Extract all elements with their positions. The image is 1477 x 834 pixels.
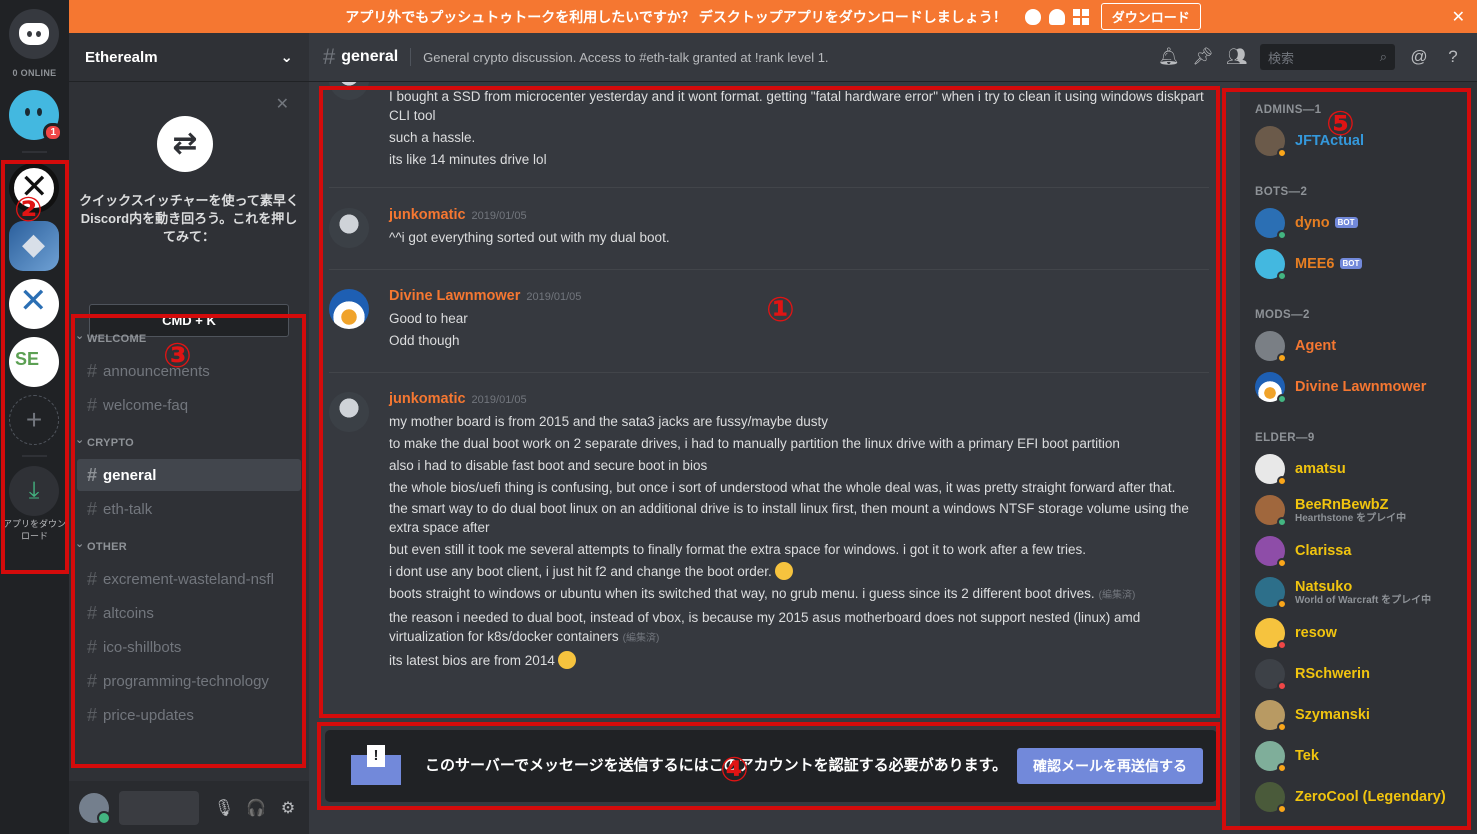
hash-icon: #: [323, 44, 336, 69]
banner-close-icon[interactable]: ✕: [1452, 7, 1465, 27]
android-icon: [1048, 8, 1065, 25]
channel-topic[interactable]: General crypto discussion. Access to #et…: [423, 50, 1158, 65]
help-icon[interactable]: ?: [1443, 47, 1463, 67]
user-panel: 🎙 🎧 ⚙: [69, 781, 309, 834]
apple-icon: [1024, 8, 1041, 25]
avatar-eye: [37, 108, 42, 116]
discord-app: 0 ONLINE 1 + ⤓ アプリをダウンロード アプリ外でもプッシュトゥトー…: [0, 0, 1477, 834]
discord-logo-icon: [19, 23, 49, 45]
download-button[interactable]: ダウンロード: [1100, 3, 1201, 30]
rail-separator: [22, 151, 47, 153]
channel-title: general: [341, 48, 412, 66]
search-placeholder: 検索: [1268, 50, 1295, 66]
annotation-label-3: ③: [163, 336, 192, 376]
annotation-label-1: ①: [766, 290, 795, 330]
guild-name: Etherealm: [85, 48, 158, 66]
banner-text: アプリ外でもプッシュトゥトークを利用したいですか？ デスクトップアプリをダウンロ…: [345, 8, 1007, 25]
channel-header: # general General crypto discussion. Acc…: [309, 33, 1477, 82]
mention-icon[interactable]: @: [1409, 47, 1429, 67]
search-input[interactable]: 検索 ⌕: [1260, 44, 1395, 70]
chevron-down-icon: ⌄: [280, 49, 293, 66]
pin-icon[interactable]: 📌︎: [1192, 47, 1214, 67]
switch-arrows-icon: ⇄: [157, 116, 213, 172]
unread-badge: 1: [43, 123, 63, 142]
annotation-label-4: ④: [720, 750, 749, 790]
member-list-icon[interactable]: 👥︎: [1226, 47, 1248, 67]
avatar-eye: [25, 108, 30, 116]
annotation-box-1: [319, 86, 1220, 718]
discord-home-button[interactable]: [9, 9, 59, 59]
header-toolbar: 🔔︎ 📌︎ 👥︎ 検索 ⌕ @ ?: [1158, 44, 1463, 70]
user-name-redacted: [119, 790, 199, 825]
quick-switcher-tip: ✕ ⇄ クイックスイッチャーを使って素早くDiscord内を動き回ろう。これを押…: [69, 82, 309, 337]
online-count: 0 ONLINE: [12, 68, 57, 78]
annotation-box-4: [317, 722, 1220, 810]
annotation-box-5: [1222, 88, 1471, 830]
mute-microphone-icon[interactable]: 🎙: [213, 798, 235, 818]
annotation-label-5: ⑤: [1326, 104, 1355, 144]
user-avatar[interactable]: [79, 792, 111, 825]
guild-header[interactable]: Etherealm ⌄: [69, 33, 309, 82]
search-icon: ⌕: [1379, 49, 1387, 64]
headphones-icon[interactable]: 🎧: [245, 798, 267, 818]
bell-icon[interactable]: 🔔︎: [1158, 47, 1180, 67]
direct-message-avatar[interactable]: 1: [9, 90, 63, 142]
annotation-label-2: ②: [14, 190, 43, 230]
os-icons: [1024, 8, 1089, 25]
download-banner: アプリ外でもプッシュトゥトークを利用したいですか？ デスクトップアプリをダウンロ…: [69, 0, 1477, 33]
windows-icon: [1072, 8, 1089, 25]
gear-icon[interactable]: ⚙: [277, 798, 299, 818]
close-icon[interactable]: ✕: [276, 94, 289, 114]
quick-switcher-text: クイックスイッチャーを使って素早くDiscord内を動き回ろう。これを押してみて…: [79, 193, 299, 244]
annotation-box-3: [71, 314, 306, 768]
